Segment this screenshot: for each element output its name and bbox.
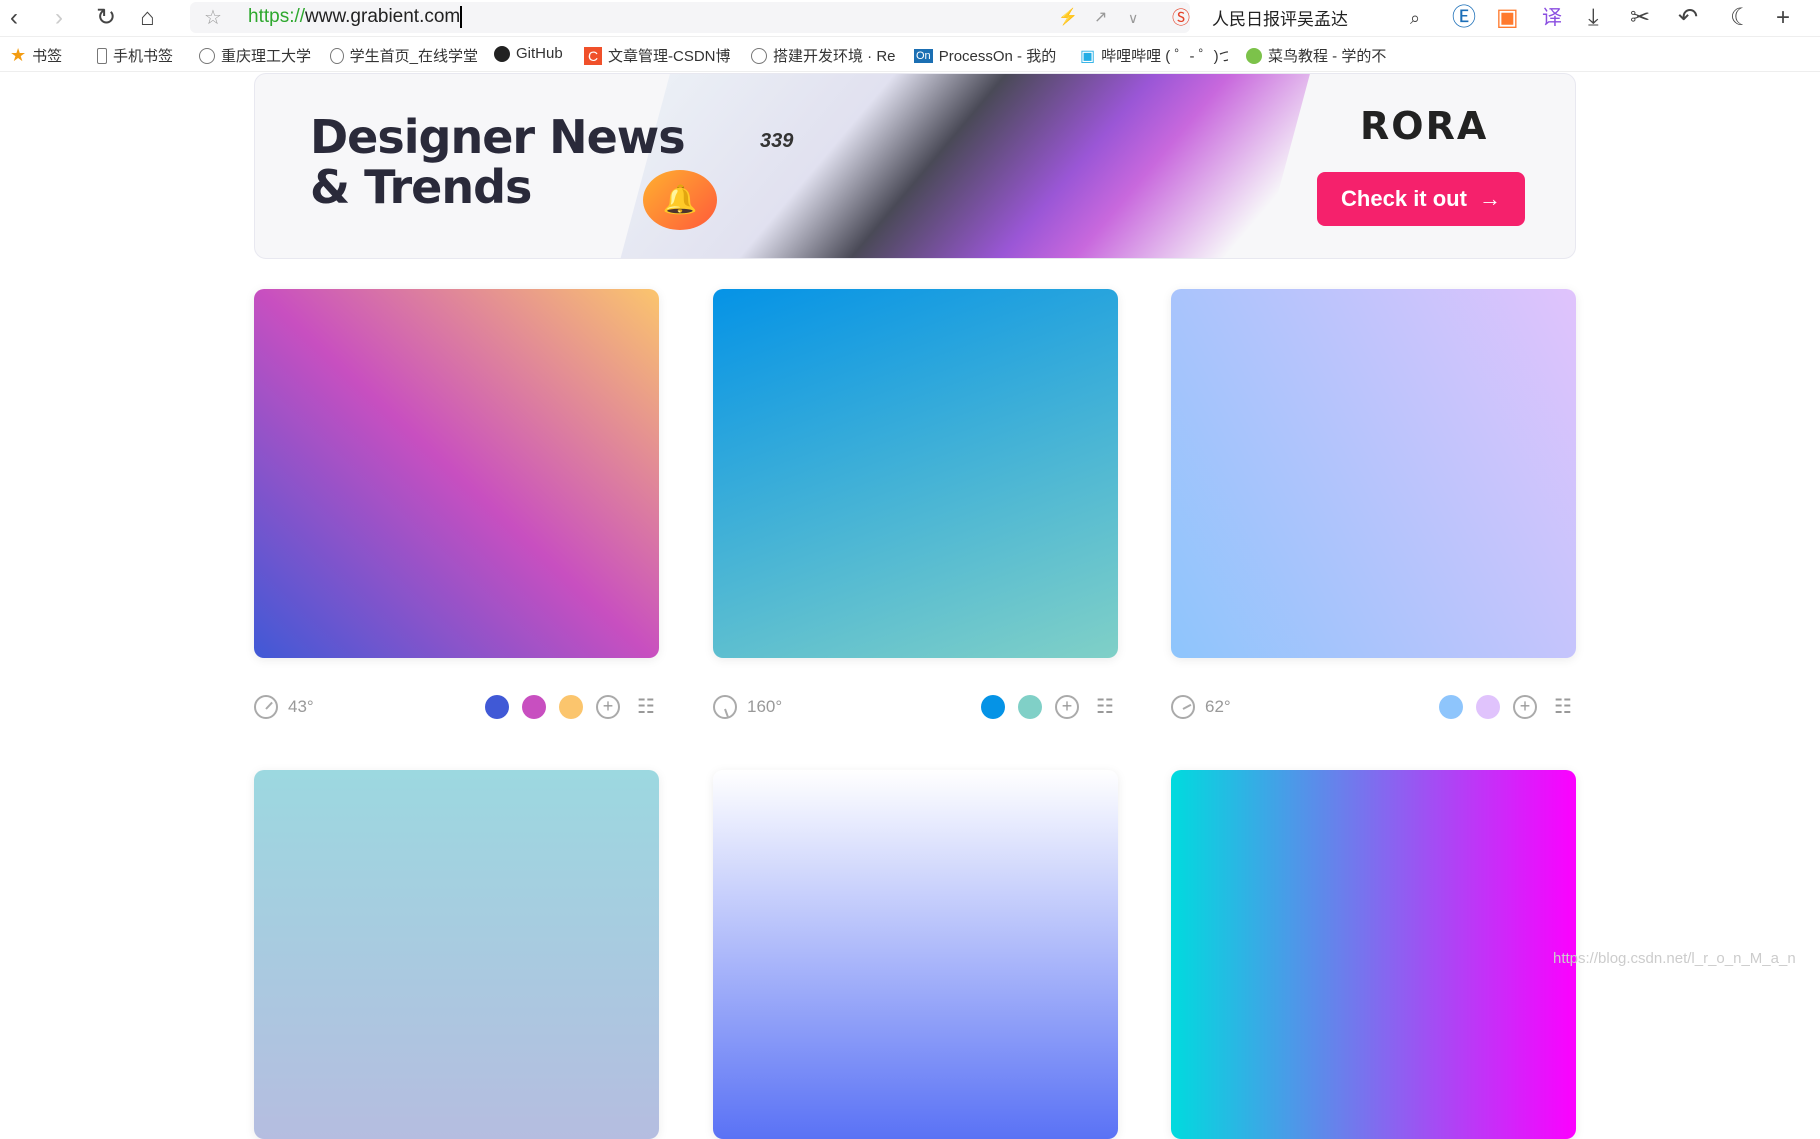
angle-display[interactable]: 160° bbox=[713, 695, 782, 719]
globe-icon bbox=[330, 47, 344, 64]
color-swatch[interactable] bbox=[1476, 695, 1500, 719]
angle-dial-icon bbox=[254, 695, 278, 719]
share-icon[interactable]: ↗ bbox=[1094, 4, 1107, 32]
chevron-down-icon[interactable]: ∨ bbox=[1128, 4, 1138, 32]
angle-display[interactable]: 43° bbox=[254, 695, 314, 719]
browser-toolbar: ‹ › ↻ ⌂ ☆ https://www.grabient.com ⚡ ↗ ∨… bbox=[0, 0, 1820, 36]
gradient-card[interactable] bbox=[713, 770, 1118, 1139]
gradient-card[interactable] bbox=[254, 289, 659, 658]
gradient-controls: 43° + ☷ bbox=[254, 692, 659, 722]
sliders-icon[interactable]: ☷ bbox=[1092, 696, 1118, 718]
night-mode-icon[interactable]: ☾ bbox=[1730, 4, 1752, 32]
check-it-out-button[interactable]: Check it out → bbox=[1317, 172, 1525, 226]
angle-dial-icon bbox=[713, 695, 737, 719]
angle-dial-icon bbox=[1171, 695, 1195, 719]
globe-icon bbox=[751, 47, 767, 64]
banner-illustration bbox=[620, 74, 1310, 258]
bookmark-item[interactable]: ▣ 哔哩哔哩 ( ゜- ゜)つ bbox=[1080, 45, 1228, 66]
angle-value: 160° bbox=[747, 697, 783, 716]
gradient-controls: 160° + ☷ bbox=[713, 692, 1118, 722]
bilibili-icon: ▣ bbox=[1080, 47, 1096, 65]
home-icon[interactable]: ⌂ bbox=[140, 4, 155, 32]
gradient-card[interactable] bbox=[713, 289, 1118, 658]
banner-art-number: 339 bbox=[760, 130, 794, 152]
color-swatch[interactable] bbox=[1018, 695, 1042, 719]
gradient-card[interactable] bbox=[1171, 289, 1576, 658]
back-icon[interactable]: ‹ bbox=[10, 4, 18, 32]
color-swatch[interactable] bbox=[559, 695, 583, 719]
sogou-search-icon[interactable]: Ⓢ bbox=[1172, 4, 1190, 32]
forward-icon[interactable]: › bbox=[55, 4, 63, 32]
bookmark-item[interactable]: ★ 书签 bbox=[10, 45, 62, 66]
new-tab-icon[interactable]: + bbox=[1776, 4, 1790, 32]
add-color-icon[interactable]: + bbox=[1513, 695, 1537, 719]
star-icon: ★ bbox=[10, 45, 27, 65]
sliders-icon[interactable]: ☷ bbox=[633, 696, 659, 718]
arrow-right-icon: → bbox=[1478, 186, 1501, 211]
angle-display[interactable]: 62° bbox=[1171, 695, 1231, 719]
color-swatch[interactable] bbox=[522, 695, 546, 719]
translate-icon[interactable]: 译 bbox=[1542, 4, 1562, 32]
bookmark-item[interactable]: C 文章管理-CSDN博 bbox=[584, 45, 734, 66]
bookmark-item[interactable]: GitHub bbox=[494, 45, 563, 62]
scissors-icon[interactable]: ✂ bbox=[1630, 4, 1650, 32]
csdn-icon: C bbox=[584, 46, 602, 65]
color-swatch[interactable] bbox=[981, 695, 1005, 719]
reload-icon[interactable]: ↻ bbox=[96, 4, 116, 32]
bookmark-item[interactable]: 手机书签 bbox=[97, 45, 173, 66]
github-icon bbox=[494, 45, 510, 62]
ad-banner[interactable]: 🔔 339 Designer News & Trends RORA Check i… bbox=[254, 73, 1576, 259]
watermark: https://blog.csdn.net/l_r_o_n_M_a_n bbox=[1553, 950, 1796, 967]
processon-icon: On bbox=[914, 48, 933, 63]
rora-logo: RORA bbox=[1360, 104, 1489, 148]
bookmark-item[interactable]: On ProcessOn - 我的 bbox=[914, 45, 1062, 66]
add-color-icon[interactable]: + bbox=[1055, 695, 1079, 719]
add-color-icon[interactable]: + bbox=[596, 695, 620, 719]
angle-value: 62° bbox=[1205, 697, 1231, 716]
sliders-icon[interactable]: ☷ bbox=[1550, 696, 1576, 718]
globe-icon bbox=[199, 47, 215, 64]
gradient-card[interactable] bbox=[1171, 770, 1576, 1139]
download-icon[interactable]: ⤓ bbox=[1588, 4, 1599, 32]
bookmark-item[interactable]: 学生首页_在线学堂 bbox=[330, 45, 478, 66]
bookmark-item[interactable]: 重庆理工大学 bbox=[199, 45, 311, 66]
bookmark-item[interactable]: 菜鸟教程 - 学的不 bbox=[1246, 45, 1394, 66]
gradient-controls: 62° + ☷ bbox=[1171, 692, 1576, 722]
gradient-card[interactable] bbox=[254, 770, 659, 1139]
game-icon[interactable]: ▣ bbox=[1496, 4, 1519, 32]
bookmarks-bar: ★ 书签 手机书签 重庆理工大学 学生首页_在线学堂 GitHub C 文章管理-C… bbox=[0, 36, 1820, 72]
angle-value: 43° bbox=[288, 697, 314, 716]
search-icon[interactable]: ⌕ bbox=[1410, 4, 1420, 32]
ie-icon[interactable]: Ⓔ bbox=[1452, 4, 1476, 32]
phone-icon bbox=[97, 47, 107, 64]
color-swatch[interactable] bbox=[485, 695, 509, 719]
runoob-icon bbox=[1246, 47, 1262, 64]
undo-icon[interactable]: ↶ bbox=[1678, 4, 1698, 32]
bookmark-item[interactable]: 搭建开发环境 · Re bbox=[751, 45, 899, 66]
url-input[interactable]: https://www.grabient.com bbox=[248, 4, 463, 30]
bookmark-star-icon[interactable]: ☆ bbox=[204, 4, 222, 32]
search-suggestion[interactable]: 人民日报评吴孟达 bbox=[1212, 5, 1348, 30]
banner-title: Designer News & Trends bbox=[310, 110, 686, 214]
color-swatch[interactable] bbox=[1439, 695, 1463, 719]
flash-icon[interactable]: ⚡ bbox=[1058, 4, 1078, 32]
